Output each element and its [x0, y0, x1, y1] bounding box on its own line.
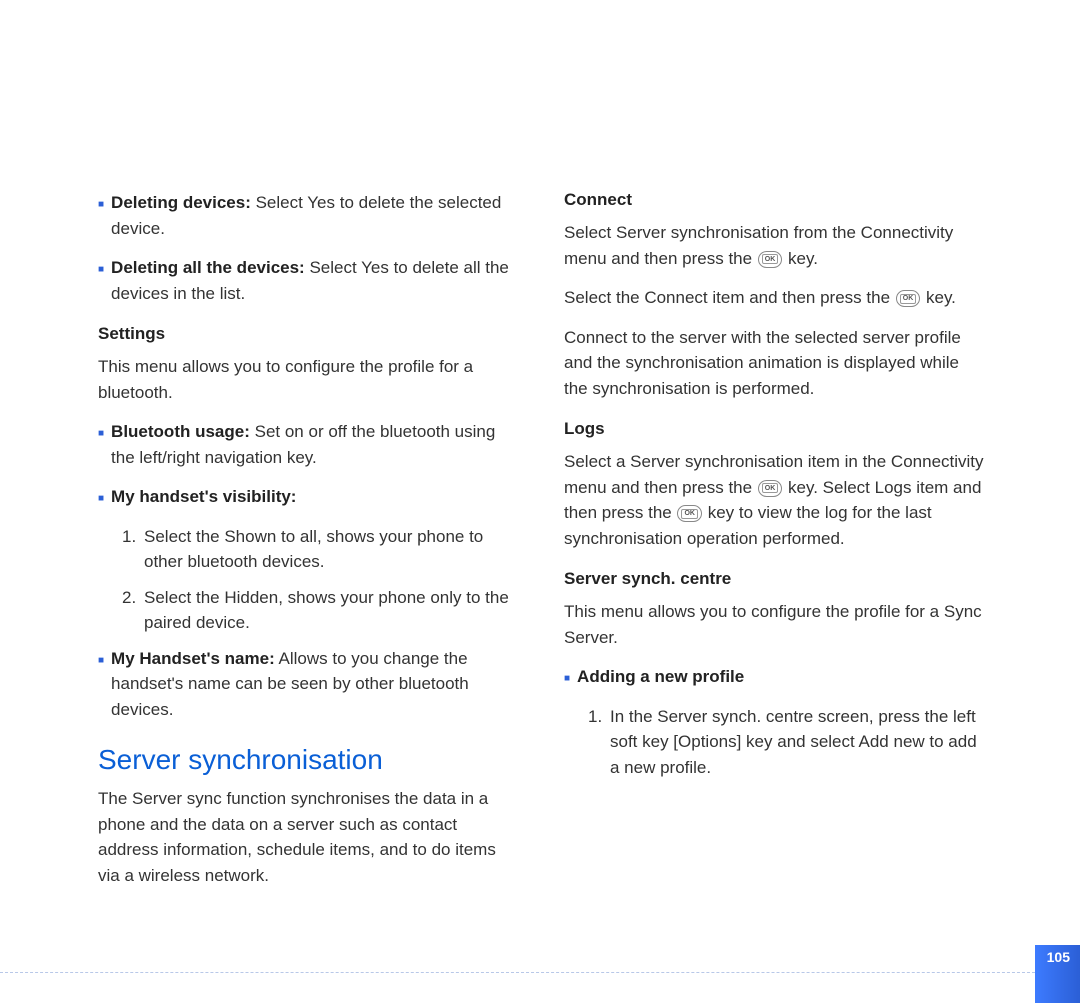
numbered-text: In the Server synch. centre screen, pres… — [610, 704, 985, 781]
numbered-text: Select the Shown to all, shows your phon… — [144, 524, 519, 575]
list-item: ■ Deleting all the devices: Select Yes t… — [98, 255, 519, 306]
left-column: ■ Deleting devices: Select Yes to delete… — [98, 190, 519, 902]
heading-centre: Server synch. centre — [564, 569, 985, 589]
numbered-item: 1. In the Server synch. centre screen, p… — [588, 704, 985, 781]
heading-settings: Settings — [98, 324, 519, 344]
numbered-text: Select the Hidden, shows your phone only… — [144, 585, 519, 636]
number: 1. — [122, 524, 144, 575]
bullet-label: My Handset's name: — [111, 649, 275, 668]
ok-key-icon: OK — [677, 505, 702, 522]
bullet-icon: ■ — [98, 491, 104, 510]
heading-connect: Connect — [564, 190, 985, 210]
divider — [0, 972, 1035, 973]
bullet-icon: ■ — [98, 426, 104, 470]
numbered-item: 1. Select the Shown to all, shows your p… — [122, 524, 519, 575]
para: This menu allows you to configure the pr… — [98, 354, 519, 405]
list-item: ■ Bluetooth usage: Set on or off the blu… — [98, 419, 519, 470]
para: Select a Server synchronisation item in … — [564, 449, 985, 551]
number: 2. — [122, 585, 144, 636]
ok-key-icon: OK — [758, 251, 783, 268]
list-item: ■ Deleting devices: Select Yes to delete… — [98, 190, 519, 241]
ok-key-icon: OK — [758, 480, 783, 497]
bullet-label: Bluetooth usage: — [111, 422, 250, 441]
bullet-icon: ■ — [98, 197, 104, 241]
para: Select Server synchronisation from the C… — [564, 220, 985, 271]
bullet-label: My handset's visibility: — [111, 484, 296, 510]
list-item: ■ My Handset's name: Allows to you chang… — [98, 646, 519, 723]
text: key. — [783, 249, 818, 268]
list-item: ■ My handset's visibility: — [98, 484, 519, 510]
number: 1. — [588, 704, 610, 781]
bullet-icon: ■ — [98, 262, 104, 306]
para: The Server sync function synchronises th… — [98, 786, 519, 888]
right-column: Connect Select Server synchronisation fr… — [564, 190, 985, 902]
list-item: ■ Adding a new profile — [564, 664, 985, 690]
bullet-icon: ■ — [98, 653, 104, 723]
bullet-icon: ■ — [564, 671, 570, 690]
numbered-item: 2. Select the Hidden, shows your phone o… — [122, 585, 519, 636]
para: This menu allows you to configure the pr… — [564, 599, 985, 650]
bullet-label: Deleting all the devices: — [111, 258, 305, 277]
page-number: 105 — [1047, 949, 1070, 965]
page: ■ Deleting devices: Select Yes to delete… — [0, 0, 1080, 1003]
text: Select the Connect item and then press t… — [564, 288, 895, 307]
bullet-label: Deleting devices: — [111, 193, 251, 212]
para: Connect to the server with the selected … — [564, 325, 985, 402]
para: Select the Connect item and then press t… — [564, 285, 985, 311]
bullet-label: Adding a new profile — [577, 664, 744, 690]
text: key. — [921, 288, 956, 307]
columns: ■ Deleting devices: Select Yes to delete… — [98, 190, 985, 902]
section-title: Server synchronisation — [98, 744, 519, 776]
heading-logs: Logs — [564, 419, 985, 439]
ok-key-icon: OK — [896, 290, 921, 307]
